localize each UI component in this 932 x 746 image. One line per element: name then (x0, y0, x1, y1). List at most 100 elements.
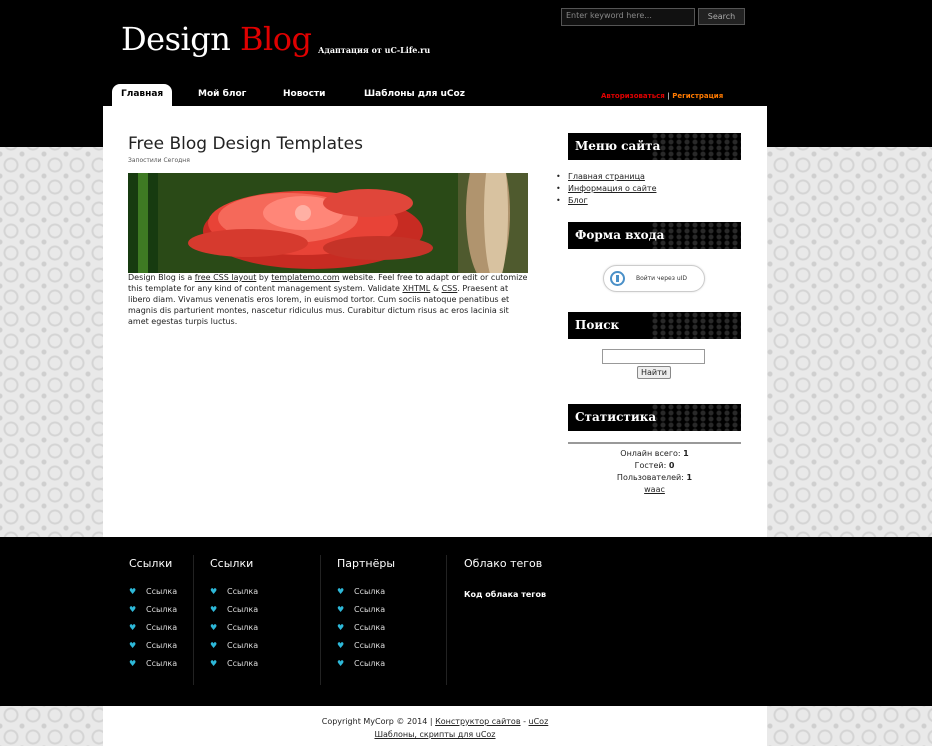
footer-col-title: Ссылки (129, 557, 173, 570)
logo-text-design: Design (121, 20, 231, 58)
footer-link[interactable]: ♥ Ссылка (337, 641, 395, 659)
footer-link[interactable]: ♥ Ссылка (337, 659, 395, 677)
menu-link-about[interactable]: Информация о сайте (568, 184, 656, 193)
post-meta: Запостили Сегодня (128, 157, 190, 164)
post-body-text: by (256, 273, 272, 282)
nav-item-home[interactable]: Главная (112, 84, 173, 106)
footer-link[interactable]: ♥ Ссылка (129, 641, 177, 659)
nav-item-templates[interactable]: Шаблоны для uCoz (364, 84, 465, 106)
footer-link-label: Ссылка (227, 641, 259, 650)
copyright-bar: Copyright MyCorp © 2014 | Конструктор са… (103, 706, 767, 746)
nav-item-news[interactable]: Новости (283, 84, 325, 106)
footer-col-partners: Партнёры ♥ Ссылка ♥ Ссылка ♥ Ссылка ♥ Ссылка… (337, 557, 395, 677)
copyright-line-2: Шаблоны, скрипты для uCoz (103, 728, 767, 741)
post-body-text: Design Blog is a (128, 273, 195, 282)
templatemo-link[interactable]: templatemo.com (271, 273, 339, 282)
menu-header: Меню сайта (568, 133, 741, 160)
heart-icon: ♥ (337, 623, 345, 632)
site-builder-link[interactable]: Конструктор сайтов (435, 717, 520, 726)
templates-link[interactable]: Шаблоны, скрипты для uCoz (374, 730, 495, 739)
footer-link-label: Ссылка (146, 623, 178, 632)
footer-link-label: Ссылка (354, 659, 386, 668)
site-tagline: Адаптация от uC-Life.ru (318, 45, 431, 55)
heart-icon: ♥ (210, 587, 218, 596)
footer-col-tags: Облако тегов Код облака тегов (464, 557, 546, 599)
header-pattern (651, 222, 741, 249)
uid-icon (610, 271, 625, 286)
login-link[interactable]: Авторизоваться (601, 92, 665, 100)
heart-icon: ♥ (129, 605, 137, 614)
footer-link[interactable]: ♥ Ссылка (210, 587, 258, 605)
post-body: Design Blog is a free CSS layout by temp… (128, 272, 528, 327)
heart-icon: ♥ (210, 641, 218, 650)
footer-link[interactable]: ♥ Ссылка (129, 605, 177, 623)
post-image (128, 173, 528, 273)
footer-col-links-2: Ссылки ♥ Ссылка ♥ Ссылка ♥ Ссылка ♥ Ссылка ♥… (210, 557, 258, 677)
footer-link[interactable]: ♥ Ссылка (129, 659, 177, 677)
footer-link[interactable]: ♥ Ссылка (210, 641, 258, 659)
heart-icon: ♥ (210, 659, 218, 668)
header-pattern (651, 312, 741, 339)
stats-value: 1 (686, 473, 693, 482)
heart-icon: ♥ (129, 641, 137, 650)
footer-link-label: Ссылка (146, 587, 178, 596)
footer-link[interactable]: ♥ Ссылка (210, 623, 258, 641)
footer-link-label: Ссылка (227, 605, 259, 614)
footer-col-title: Облако тегов (464, 557, 543, 570)
footer-link[interactable]: ♥ Ссылка (129, 623, 177, 641)
uid-login-button[interactable]: Войти через uID (603, 265, 705, 292)
footer-link-label: Ссылка (227, 659, 259, 668)
sidebar-search-button[interactable]: Найти (637, 366, 671, 379)
footer-link[interactable]: ♥ Ссылка (337, 587, 395, 605)
copyright-text: Copyright MyCorp © 2014 | (321, 717, 436, 726)
stats-label: Гостей: (634, 461, 667, 470)
footer-divider (320, 555, 321, 685)
footer-col-title: Партнёры (337, 557, 396, 570)
footer-link[interactable]: ♥ Ссылка (210, 605, 258, 623)
header-search-input[interactable]: Enter keyword here... (561, 8, 695, 26)
heart-icon: ♥ (210, 623, 218, 632)
header-pattern (651, 133, 741, 160)
header-pattern (651, 404, 741, 431)
register-link[interactable]: Регистрация (672, 92, 723, 100)
header-search-button[interactable]: Search (698, 8, 745, 25)
menu-item[interactable]: • Главная страница (556, 171, 656, 183)
search-title: Поиск (575, 318, 620, 332)
footer-link-label: Ссылка (146, 659, 178, 668)
heart-icon: ♥ (129, 623, 137, 632)
free-css-link[interactable]: free CSS layout (195, 273, 257, 282)
footer-divider (446, 555, 447, 685)
ucoz-link[interactable]: uCoz (529, 717, 549, 726)
nav-item-my-blog[interactable]: Мой блог (198, 84, 246, 106)
uid-label: Войти через uID (636, 275, 688, 282)
footer-link-label: Ссылка (354, 605, 386, 614)
sidebar-search-input[interactable] (602, 349, 705, 364)
heart-icon: ♥ (210, 605, 218, 614)
xhtml-link[interactable]: XHTML (402, 284, 430, 293)
menu-link-blog[interactable]: Блог (568, 196, 588, 205)
logo-text-blog: Blog (240, 20, 312, 58)
footer-link[interactable]: ♥ Ссылка (129, 587, 177, 605)
content-area: Free Blog Design Templates Запостили Сег… (103, 106, 767, 537)
css-link[interactable]: CSS (442, 284, 458, 293)
stats-label: Онлайн всего: (620, 449, 681, 458)
stats-value: 1 (683, 449, 689, 458)
stats-user-link[interactable]: waac (644, 485, 665, 494)
tag-cloud-text: Код облака тегов (464, 590, 547, 599)
footer-col-title: Ссылки (210, 557, 254, 570)
footer-link-label: Ссылка (146, 641, 178, 650)
site-logo[interactable]: Design Blog (121, 20, 312, 58)
heart-icon: ♥ (337, 659, 345, 668)
footer-col-links-1: Ссылки ♥ Ссылка ♥ Ссылка ♥ Ссылка ♥ Ссылка ♥… (129, 557, 177, 677)
footer-link[interactable]: ♥ Ссылка (337, 623, 395, 641)
login-header: Форма входа (568, 222, 741, 249)
search-header: Поиск (568, 312, 741, 339)
menu-title: Меню сайта (575, 139, 661, 153)
post-body-text: & (430, 284, 442, 293)
post-title[interactable]: Free Blog Design Templates (128, 134, 363, 154)
footer-link[interactable]: ♥ Ссылка (210, 659, 258, 677)
menu-item[interactable]: • Информация о сайте (556, 183, 656, 195)
menu-link-home[interactable]: Главная страница (568, 172, 645, 181)
footer-link[interactable]: ♥ Ссылка (337, 605, 395, 623)
menu-item[interactable]: • Блог (556, 195, 656, 207)
